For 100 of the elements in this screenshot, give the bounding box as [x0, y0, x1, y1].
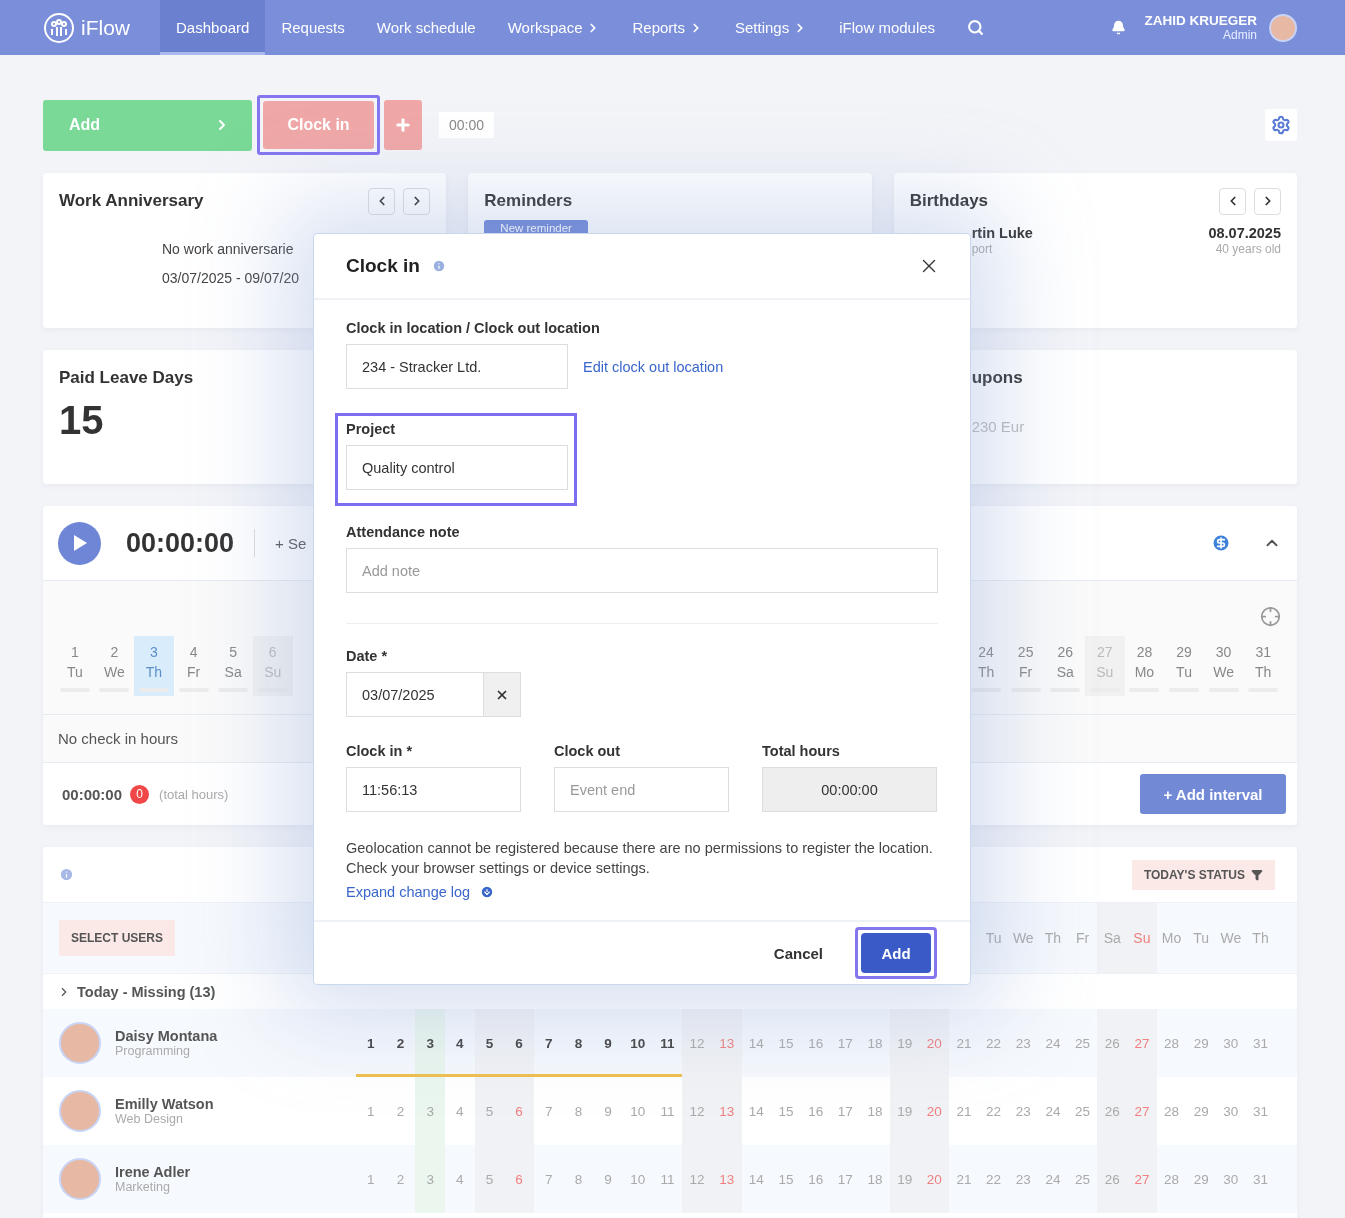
day-cell[interactable]: 20 — [919, 1077, 950, 1145]
add-interval-button[interactable]: + Add interval — [1140, 774, 1286, 814]
day-cell[interactable]: 23 — [1008, 1077, 1039, 1145]
day-cell[interactable]: 30 — [1216, 1077, 1246, 1145]
calendar-day[interactable]: 4 Fr — [173, 636, 214, 696]
edit-location-link[interactable]: Edit clock out location — [583, 358, 724, 375]
day-cell[interactable]: 2 — [385, 1077, 416, 1145]
calendar-day[interactable]: 31 Th — [1243, 636, 1283, 696]
day-cell[interactable]: 8 — [563, 1145, 594, 1213]
info-icon[interactable] — [431, 259, 446, 273]
day-cell[interactable]: 22 — [978, 1077, 1009, 1145]
day-cell[interactable]: 28 — [1156, 1009, 1187, 1077]
day-cell[interactable]: 3 — [415, 1077, 445, 1145]
clear-date-button[interactable] — [483, 672, 521, 717]
day-cell[interactable]: 15 — [771, 1145, 801, 1213]
todays-status-button[interactable]: TODAY'S STATUS — [1131, 859, 1275, 890]
calendar-day[interactable]: 30 We — [1203, 636, 1244, 696]
calendar-day[interactable]: 26 Sa — [1045, 636, 1086, 696]
day-cell[interactable]: 31 — [1245, 1077, 1276, 1145]
day-cell[interactable]: 8 — [563, 1077, 594, 1145]
day-cell[interactable]: 29 — [1186, 1009, 1217, 1077]
day-cell[interactable]: 23 — [1008, 1145, 1039, 1213]
calendar-day[interactable]: 25 Fr — [1005, 636, 1046, 696]
calendar-day[interactable]: 24 Th — [966, 636, 1006, 696]
day-cell[interactable]: 19 — [889, 1145, 920, 1213]
calendar-day[interactable]: 5 Sa — [213, 636, 253, 696]
date-field[interactable]: 03/07/2025 — [346, 672, 483, 717]
day-cell[interactable]: 25 — [1067, 1077, 1098, 1145]
day-cell[interactable]: 21 — [949, 1145, 979, 1213]
user-avatar[interactable] — [1269, 13, 1297, 42]
nav-tab[interactable]: Work schedule — [360, 0, 492, 55]
day-cell[interactable]: 21 — [949, 1009, 979, 1077]
day-cell[interactable]: 31 — [1245, 1145, 1276, 1213]
day-cell[interactable]: 9 — [593, 1077, 623, 1145]
day-cell[interactable]: 26 — [1097, 1077, 1128, 1145]
day-cell[interactable]: 10 — [622, 1145, 653, 1213]
day-cell[interactable]: 7 — [533, 1145, 564, 1213]
day-cell[interactable]: 28 — [1156, 1145, 1187, 1213]
day-cell[interactable]: 14 — [741, 1145, 772, 1213]
day-cell[interactable]: 12 — [682, 1077, 712, 1145]
day-cell[interactable]: 24 — [1038, 1009, 1068, 1077]
day-cell[interactable]: 19 — [889, 1077, 920, 1145]
day-cell[interactable]: 15 — [771, 1009, 801, 1077]
day-cell[interactable]: 20 — [919, 1009, 950, 1077]
day-cell[interactable]: 17 — [830, 1009, 861, 1077]
nav-tab[interactable]: Workspace — [491, 0, 617, 55]
day-cell[interactable]: 10 — [622, 1077, 653, 1145]
clock-out-field[interactable]: Event end — [554, 767, 729, 812]
change-log-link[interactable]: Expand change log — [346, 884, 471, 900]
day-cell[interactable]: 3 — [415, 1009, 445, 1077]
day-cell[interactable]: 1 — [356, 1077, 386, 1145]
nav-tab[interactable]: Reports — [616, 0, 719, 55]
day-cell[interactable]: 29 — [1186, 1077, 1217, 1145]
day-cell[interactable]: 1 — [356, 1145, 386, 1213]
clock-in-field[interactable]: 11:56:13 — [346, 767, 521, 812]
play-button[interactable] — [58, 521, 101, 565]
day-cell[interactable]: 29 — [1186, 1145, 1217, 1213]
day-cell[interactable]: 17 — [830, 1077, 861, 1145]
add-button[interactable]: Add — [43, 99, 252, 151]
day-cell[interactable]: 4 — [444, 1145, 475, 1213]
settings-button[interactable] — [1265, 109, 1297, 141]
day-cell[interactable]: 25 — [1067, 1009, 1098, 1077]
plus-button[interactable] — [384, 100, 422, 150]
day-cell[interactable]: 19 — [889, 1009, 920, 1077]
day-cell[interactable]: 27 — [1127, 1009, 1157, 1077]
day-cell[interactable]: 9 — [593, 1145, 623, 1213]
day-cell[interactable]: 15 — [771, 1077, 801, 1145]
nav-tab[interactable]: Settings — [719, 0, 824, 55]
day-cell[interactable]: 24 — [1038, 1145, 1068, 1213]
day-cell[interactable]: 18 — [860, 1145, 890, 1213]
day-cell[interactable]: 14 — [741, 1077, 772, 1145]
day-cell[interactable]: 18 — [860, 1077, 890, 1145]
day-cell[interactable]: 17 — [830, 1145, 861, 1213]
day-cell[interactable]: 16 — [800, 1145, 831, 1213]
clock-in-button[interactable]: Clock in — [263, 101, 374, 149]
next-button[interactable] — [1254, 187, 1281, 215]
day-cell[interactable]: 6 — [504, 1077, 534, 1145]
day-cell[interactable]: 12 — [682, 1009, 712, 1077]
info-icon[interactable] — [59, 867, 74, 882]
day-cell[interactable]: 11 — [652, 1077, 683, 1145]
expand-icon[interactable] — [480, 885, 495, 899]
day-cell[interactable]: 23 — [1008, 1009, 1039, 1077]
dollar-icon[interactable] — [1211, 533, 1231, 553]
series-link[interactable]: + Se — [275, 534, 307, 552]
day-cell[interactable]: 13 — [711, 1145, 742, 1213]
day-cell[interactable]: 27 — [1127, 1145, 1157, 1213]
day-cell[interactable]: 4 — [444, 1077, 475, 1145]
calendar-day[interactable]: 29 Tu — [1164, 636, 1204, 696]
day-cell[interactable]: 31 — [1245, 1009, 1276, 1077]
day-cell[interactable]: 2 — [385, 1145, 416, 1213]
next-button[interactable] — [403, 187, 431, 215]
add-button[interactable]: Add — [861, 933, 931, 973]
project-field[interactable]: Quality control — [346, 445, 568, 490]
day-cell[interactable]: 16 — [800, 1009, 831, 1077]
day-cell[interactable]: 28 — [1156, 1077, 1187, 1145]
previous-button[interactable] — [368, 187, 396, 215]
day-cell[interactable]: 26 — [1097, 1145, 1128, 1213]
day-cell[interactable]: 7 — [533, 1077, 564, 1145]
select-users-button[interactable]: SELECT USERS — [59, 920, 175, 956]
day-cell[interactable]: 20 — [919, 1145, 950, 1213]
